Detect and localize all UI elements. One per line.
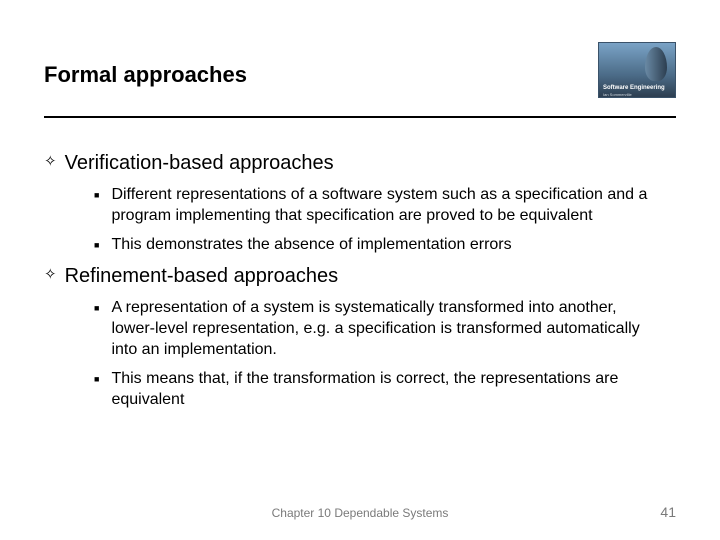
list-item: ■ This means that, if the transformation…: [94, 369, 676, 411]
gherkin-building-icon: [645, 47, 667, 81]
square-bullet-icon: ■: [94, 185, 99, 206]
diamond-bullet-icon: ✧: [44, 152, 57, 172]
bullet-text: A representation of a system is systemat…: [111, 298, 676, 360]
sub-list: ■ Different representations of a softwar…: [44, 185, 676, 255]
sub-list: ■ A representation of a system is system…: [44, 298, 676, 410]
slide-content: ✧ Verification-based approaches ■ Differ…: [44, 152, 676, 410]
bullet-text: This means that, if the transformation i…: [111, 369, 676, 411]
slide: Formal approaches Software Engineering I…: [0, 0, 720, 540]
bullet-text: This demonstrates the absence of impleme…: [111, 235, 531, 256]
logo-subtext: Ian Sommerville: [603, 92, 632, 97]
square-bullet-icon: ■: [94, 298, 99, 319]
section-refinement: ✧ Refinement-based approaches ■ A repres…: [44, 265, 676, 410]
list-item: ■ This demonstrates the absence of imple…: [94, 235, 676, 256]
book-cover-logo: Software Engineering Ian Sommerville: [598, 42, 676, 98]
footer-chapter: Chapter 10 Dependable Systems: [0, 506, 720, 520]
diamond-bullet-icon: ✧: [44, 265, 57, 285]
list-item: ■ A representation of a system is system…: [94, 298, 676, 360]
slide-title: Formal approaches: [44, 48, 247, 88]
bullet-text: Different representations of a software …: [111, 185, 676, 227]
main-list: ✧ Verification-based approaches ■ Differ…: [44, 152, 676, 410]
page-number: 41: [660, 504, 676, 520]
section-verification: ✧ Verification-based approaches ■ Differ…: [44, 152, 676, 255]
section-heading: Refinement-based approaches: [65, 265, 339, 288]
logo-text: Software Engineering: [603, 85, 665, 91]
square-bullet-icon: ■: [94, 235, 99, 256]
section-heading: Verification-based approaches: [65, 152, 334, 175]
square-bullet-icon: ■: [94, 369, 99, 390]
list-item: ■ Different representations of a softwar…: [94, 185, 676, 227]
slide-header: Formal approaches Software Engineering I…: [44, 48, 676, 118]
